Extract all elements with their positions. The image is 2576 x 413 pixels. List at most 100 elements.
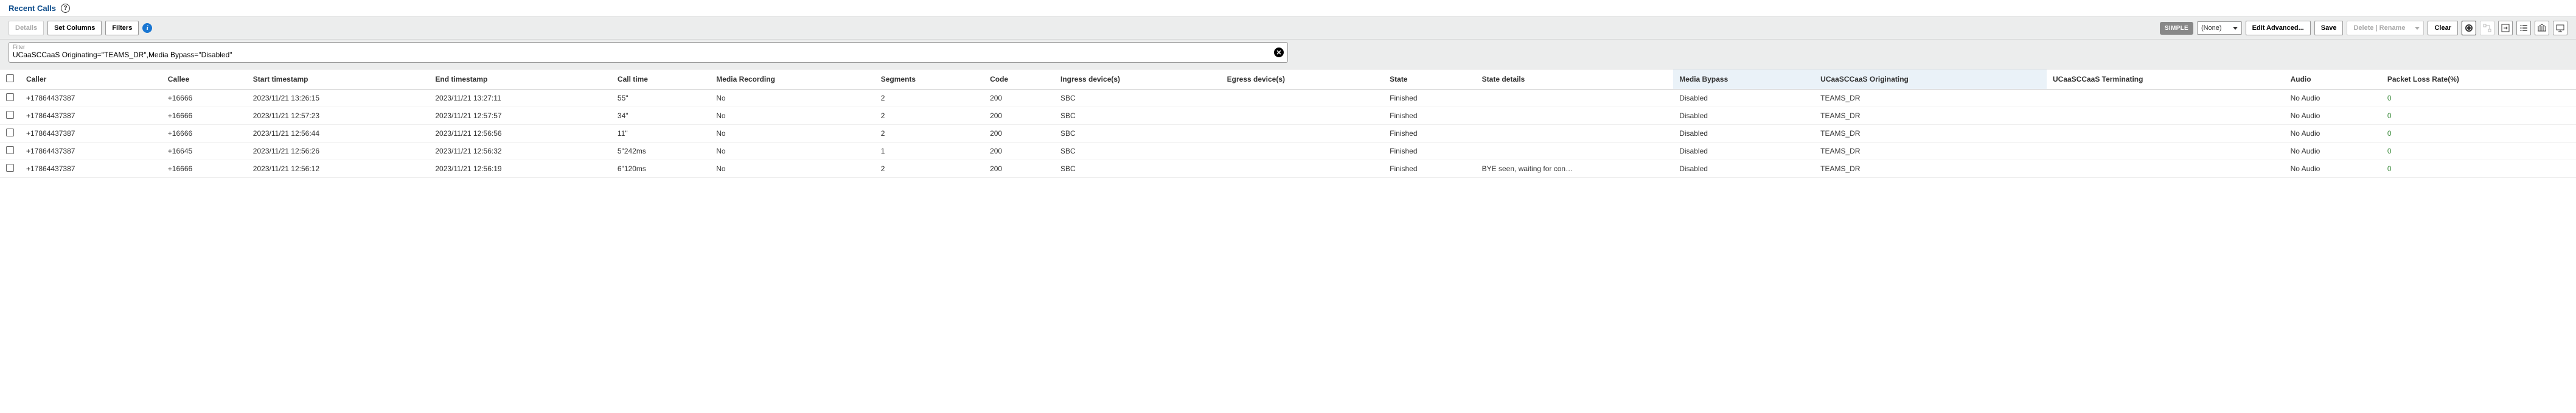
cell-caller: +17864437387 [20,125,162,143]
page-header: Recent Calls ? [0,0,2576,16]
cell-orig: TEAMS_DR [1814,143,2047,160]
column-header[interactable]: Egress device(s) [1221,69,1384,90]
cell-bypass: Disabled [1673,90,1814,107]
set-columns-button[interactable]: Set Columns [47,21,102,35]
help-icon[interactable]: ? [61,4,70,13]
cell-end: 2023/11/21 12:56:19 [429,160,611,178]
target-icon [2465,24,2473,32]
preset-dropdown[interactable]: (None) [2197,21,2242,35]
filter-clear-icon[interactable]: ✕ [1274,48,1284,57]
cell-egress [1221,160,1384,178]
save-button[interactable]: Save [2314,21,2344,35]
info-icon[interactable]: i [142,23,152,33]
column-header[interactable]: UCaaSCCaaS Originating [1814,69,2047,90]
filter-input[interactable] [13,50,1265,60]
cell-state: Finished [1384,143,1476,160]
column-header[interactable]: Media Bypass [1673,69,1814,90]
cell-seg: 1 [875,143,984,160]
table-header-row: CallerCalleeStart timestampEnd timestamp… [0,69,2576,90]
column-header[interactable]: Caller [20,69,162,90]
cell-seg: 2 [875,90,984,107]
select-all-checkbox[interactable] [6,74,14,82]
column-header[interactable]: Ingress device(s) [1054,69,1221,90]
cell-state: Finished [1384,90,1476,107]
column-header[interactable]: Media Recording [710,69,875,90]
column-header[interactable]: Audio [2285,69,2381,90]
view-flow-icon[interactable] [2480,21,2494,35]
chevron-down-icon [2233,27,2238,30]
cell-term [2047,160,2285,178]
cell-callee: +16666 [162,107,247,125]
cell-end: 2023/11/21 12:57:57 [429,107,611,125]
cell-time: 11" [611,125,710,143]
row-checkbox[interactable] [6,93,14,101]
edit-advanced-button[interactable]: Edit Advanced... [2246,21,2311,35]
column-header[interactable]: End timestamp [429,69,611,90]
cell-code: 200 [984,160,1054,178]
cell-term [2047,143,2285,160]
table-row[interactable]: +17864437387+166662023/11/21 12:56:12202… [0,160,2576,178]
cell-ingress: SBC [1054,143,1221,160]
table-row[interactable]: +17864437387+166452023/11/21 12:56:26202… [0,143,2576,160]
details-button[interactable]: Details [9,21,44,35]
view-expand-icon[interactable] [2498,21,2513,35]
column-header[interactable]: Start timestamp [247,69,430,90]
cell-term [2047,107,2285,125]
cell-loss: 0 [2381,107,2576,125]
filters-button[interactable]: Filters [105,21,139,35]
cell-audio: No Audio [2285,90,2381,107]
cell-end: 2023/11/21 12:56:56 [429,125,611,143]
cell-bypass: Disabled [1673,107,1814,125]
cell-audio: No Audio [2285,125,2381,143]
delete-rename-split: Delete | Rename [2347,21,2424,35]
flow-icon [2483,24,2491,32]
cell-ingress: SBC [1054,160,1221,178]
cell-caller: +17864437387 [20,160,162,178]
cell-start: 2023/11/21 12:56:44 [247,125,430,143]
cell-rec: No [710,160,875,178]
row-checkbox[interactable] [6,111,14,119]
column-header[interactable]: Packet Loss Rate(%) [2381,69,2576,90]
cell-term [2047,90,2285,107]
cell-start: 2023/11/21 12:57:23 [247,107,430,125]
cell-code: 200 [984,90,1054,107]
clear-button[interactable]: Clear [2428,21,2458,35]
table-row[interactable]: +17864437387+166662023/11/21 12:57:23202… [0,107,2576,125]
column-header[interactable]: UCaaSCCaaS Terminating [2047,69,2285,90]
cell-code: 200 [984,107,1054,125]
table-row[interactable]: +17864437387+166662023/11/21 13:26:15202… [0,90,2576,107]
cell-egress [1221,125,1384,143]
view-list-icon[interactable] [2516,21,2531,35]
cell-audio: No Audio [2285,143,2381,160]
row-checkbox[interactable] [6,164,14,172]
cell-callee: +16666 [162,160,247,178]
column-header[interactable]: Callee [162,69,247,90]
cell-start: 2023/11/21 12:56:12 [247,160,430,178]
cell-code: 200 [984,125,1054,143]
view-present-icon[interactable] [2553,21,2567,35]
cell-ingress: SBC [1054,125,1221,143]
row-checkbox[interactable] [6,129,14,136]
view-columns-icon[interactable] [2535,21,2549,35]
cell-seg: 2 [875,107,984,125]
cell-audio: No Audio [2285,107,2381,125]
cell-rec: No [710,143,875,160]
column-header[interactable]: State [1384,69,1476,90]
table-row[interactable]: +17864437387+166662023/11/21 12:56:44202… [0,125,2576,143]
cell-time: 6"120ms [611,160,710,178]
cell-orig: TEAMS_DR [1814,125,2047,143]
cell-callee: +16666 [162,125,247,143]
delete-rename-button[interactable]: Delete | Rename [2347,21,2411,35]
column-header[interactable]: Code [984,69,1054,90]
column-header[interactable]: Call time [611,69,710,90]
row-checkbox[interactable] [6,146,14,154]
cell-loss: 0 [2381,160,2576,178]
column-header[interactable]: State details [1476,69,1674,90]
cell-seg: 2 [875,160,984,178]
cell-orig: TEAMS_DR [1814,90,2047,107]
view-target-icon[interactable] [2462,21,2476,35]
preset-value: (None) [2201,24,2222,32]
delete-rename-caret[interactable] [2411,21,2424,35]
chevron-down-icon [2415,27,2420,30]
column-header[interactable]: Segments [875,69,984,90]
